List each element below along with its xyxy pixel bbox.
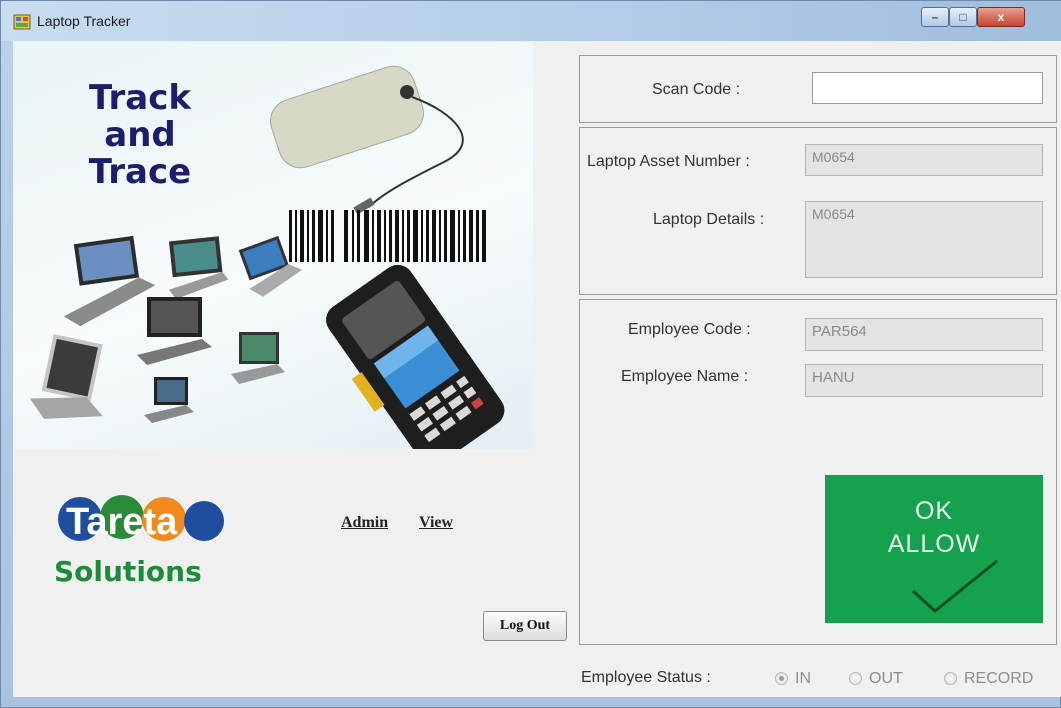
close-button[interactable]: x [977, 7, 1025, 27]
radio-button-icon[interactable] [849, 672, 862, 685]
tareta-solutions-logo: Tareta Solutions [54, 495, 224, 588]
laptop-details-field[interactable]: M0654 [805, 201, 1043, 278]
banner-illustration [29, 65, 505, 449]
scan-code-label: Scan Code : [652, 81, 741, 98]
title-bar[interactable]: Laptop Tracker – □ x [1, 1, 1061, 41]
maximize-button[interactable]: □ [949, 7, 977, 27]
app-icon [13, 14, 31, 30]
view-link[interactable]: View [419, 514, 453, 532]
svg-text:Tareta: Tareta [66, 501, 178, 543]
laptop-tracker-window: Laptop Tracker – □ x Track and Trace Tar… [0, 0, 1061, 708]
radio-button-icon[interactable] [944, 672, 957, 685]
employee-name-label: Employee Name : [621, 368, 749, 385]
laptop-asset-number-label: Laptop Asset Number : [587, 153, 750, 170]
laptop-asset-number-field[interactable]: M0654 [805, 144, 1043, 176]
employee-code-label: Employee Code : [628, 321, 751, 338]
admin-link[interactable]: Admin [341, 514, 388, 532]
logout-button[interactable]: Log Out [483, 611, 567, 641]
barcode-image [289, 210, 486, 262]
status-radio-out-label[interactable]: OUT [869, 670, 903, 688]
employee-name-field[interactable]: HANU [805, 364, 1043, 397]
laptop-details-label: Laptop Details : [653, 211, 765, 228]
laptop-images [29, 235, 303, 423]
access-status-panel: OK ALLOW [825, 475, 1043, 623]
status-radio-record-label[interactable]: RECORD [964, 670, 1033, 688]
scan-code-input[interactable] [812, 72, 1043, 104]
rfid-tag-image [270, 65, 464, 215]
employee-code-field[interactable]: PAR564 [805, 318, 1043, 351]
track-and-trace-banner: Track and Trace [14, 42, 533, 449]
handheld-scanner-image [326, 264, 505, 449]
radio-button-icon[interactable] [775, 672, 788, 685]
svg-text:Solutions: Solutions [54, 555, 202, 588]
checkmark-icon [911, 559, 998, 613]
employee-status-label: Employee Status : [581, 669, 711, 686]
status-radio-in-label[interactable]: IN [795, 670, 811, 688]
minimize-button[interactable]: – [921, 7, 949, 27]
window-title: Laptop Tracker [37, 13, 131, 29]
